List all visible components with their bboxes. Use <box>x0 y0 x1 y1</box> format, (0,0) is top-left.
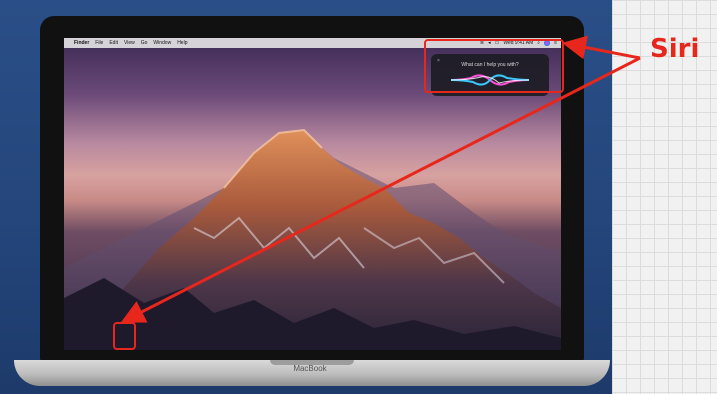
annotation-arrows <box>120 35 641 323</box>
arrow-to-menubar-siri <box>562 35 641 60</box>
arrow-to-dock-siri <box>120 56 641 323</box>
